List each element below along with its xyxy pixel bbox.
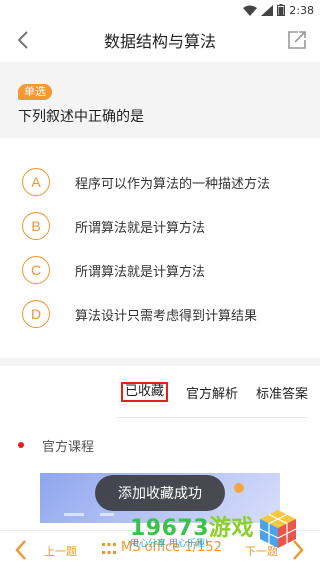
share-icon[interactable] <box>286 29 308 51</box>
tabs-divider <box>116 417 308 418</box>
rubiks-cube-logo-icon <box>259 510 297 548</box>
option-letter: B <box>22 212 50 240</box>
option-text: 所谓算法就是计算方法 <box>75 220 206 236</box>
option-list: A 程序可以作为算法的一种描述方法 B 所谓算法就是计算方法 C 所谓算法就是计… <box>0 138 320 336</box>
page-title: 数据结构与算法 <box>103 32 216 51</box>
option-letter: A <box>22 168 50 196</box>
tab-standard-answer[interactable]: 标准答案 <box>256 383 308 402</box>
watermark-tagline: 用心分享 用心乐趣! <box>130 539 209 549</box>
tab-collected[interactable]: 已收藏 <box>120 382 168 402</box>
status-bar: 2:38 <box>0 0 320 20</box>
answer-tabs: 已收藏 官方解析 标准答案 <box>0 366 320 418</box>
title-bar: 数据结构与算法 <box>0 20 320 60</box>
section-divider <box>0 358 320 366</box>
option-letter: D <box>22 300 50 328</box>
question-type-badge: 单选 <box>18 84 52 100</box>
option-text: 算法设计只需考虑得到计算结果 <box>75 308 258 324</box>
option-letter: C <box>22 256 50 284</box>
toast-message: 添加收藏成功 <box>95 475 225 511</box>
question-block: 单选 下列叙述中正确的是 <box>0 62 320 138</box>
course-label: 官方课程 <box>42 439 95 455</box>
option-text: 所谓算法就是计算方法 <box>75 264 206 280</box>
battery-icon <box>277 4 286 16</box>
option-b[interactable]: B 所谓算法就是计算方法 <box>0 204 320 248</box>
banner-decoration <box>234 483 244 493</box>
tab-official-analysis[interactable]: 官方解析 <box>186 383 238 402</box>
bullet-dot-icon <box>18 442 24 448</box>
banner-decoration <box>64 513 84 516</box>
wifi-icon <box>243 5 258 16</box>
question-text: 下列叙述中正确的是 <box>18 109 144 125</box>
banner-decoration <box>100 513 114 516</box>
option-a[interactable]: A 程序可以作为算法的一种描述方法 <box>0 160 320 204</box>
signal-icon <box>261 4 274 16</box>
option-text: 程序可以作为算法的一种描述方法 <box>75 176 271 192</box>
prev-question-button[interactable]: 上一题 <box>44 543 77 559</box>
chevron-left-icon[interactable] <box>12 28 36 52</box>
option-d[interactable]: D 算法设计只需考虑得到计算结果 <box>0 292 320 336</box>
grid-icon[interactable] <box>102 543 116 555</box>
site-watermark: 19673游戏 用心分享 用心乐趣! <box>128 508 300 552</box>
course-section-header: 官方课程 <box>0 418 320 472</box>
chevron-left-icon[interactable] <box>14 539 28 561</box>
option-c[interactable]: C 所谓算法就是计算方法 <box>0 248 320 292</box>
status-time: 2:38 <box>289 3 314 17</box>
